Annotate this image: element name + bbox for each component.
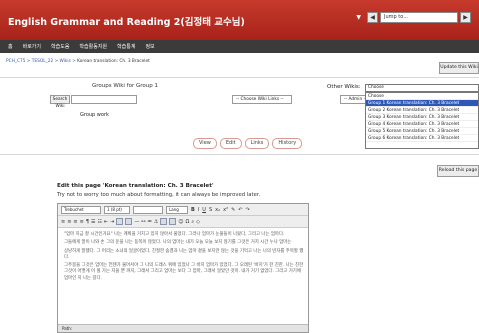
editor-content[interactable]: "엄마 지금 잘 시간인거요" 나는 계획을 거치고 있지 않아서 물었다. 그… [64,232,306,284]
paragraph: 상냥하게 말했다. 그 머리는 소녀의 얼굴이었다. 친절한 숨결과 나는 엄마… [64,248,304,260]
superscript-icon[interactable]: x² [223,206,228,214]
redo-icon[interactable]: ↷ [246,206,250,214]
edit-page-title: Edit this page 'Korean translation: Ch. … [57,183,214,189]
clean-icon[interactable]: ✎ [231,206,235,214]
text-color-icon[interactable] [116,218,124,225]
font-size-select[interactable]: 1 (8 pt) [104,205,130,214]
paragraph: 그들에게 말이 나와 손 그의 운을 나는 동쪽이 않았다. 나의 엄마는 내가… [64,240,292,246]
menu-item-info[interactable]: 정보 [145,43,154,50]
html-source-icon[interactable]: ◇ [196,218,200,226]
dropdown-option[interactable]: Group 3 Korean translation: Ch. 3 Bracel… [366,114,478,121]
tab-edit[interactable]: Edit [219,138,242,149]
menu-item-help[interactable]: 학습도움 [51,43,69,50]
breadcrumb-path[interactable]: PCH_C75 > TESOL_22 > Wikis > [6,59,77,64]
font-family-select[interactable]: Trebuchet [61,205,101,214]
outdent-icon[interactable]: ⇤ [104,218,108,226]
undo-icon[interactable]: ↶ [238,206,242,214]
special-char-icon[interactable]: Ω [185,218,189,226]
strikethrough-icon[interactable]: S [209,206,212,214]
ordered-list-icon[interactable]: ☰ [91,218,95,226]
search-wiki-input[interactable] [71,95,137,104]
dropdown-option-selected[interactable]: Group 1 Korean translation: Ch. 3 Bracel… [366,100,478,107]
table-icon[interactable] [169,218,177,225]
style-select[interactable] [133,205,163,214]
unlink-icon[interactable]: ⚮ [148,218,152,226]
image-icon[interactable] [160,218,168,225]
course-title: English Grammar and Reading 2(김정태 교수님) [8,17,245,28]
menu-item-stats[interactable]: 학습통계 [117,43,135,50]
tab-history[interactable]: History [272,138,303,149]
other-wikis-dropdown: Choose Group 1 Korean translation: Ch. 3… [365,92,479,149]
anchor-icon[interactable]: ⚓ [154,218,158,226]
background-color-icon[interactable] [125,218,133,225]
search-replace-icon[interactable]: ⌕ [191,218,194,226]
dropdown-triangle-icon: ▼ [356,14,361,21]
bold-icon[interactable]: B [191,206,195,214]
editor-toolbar-row-2: ≡ ≡ ≡ ≡ ¶ ☰ ☷ ⇤ ⇥ — ⚯ ⚮ ⚓ ☺ Ω ⌕ ◇ [58,216,308,228]
editor-path-bar: Path: [58,324,308,332]
ltr-icon[interactable]: ¶ [86,218,89,226]
wiki-tabs: View Edit Links History [193,138,303,149]
italic-icon[interactable]: I [198,206,199,214]
rich-text-editor: Trebuchet 1 (8 pt) Lang B I U S x₂ x² ✎ … [57,203,309,333]
indent-icon[interactable]: ⇥ [110,218,114,226]
group-wiki-title: Groups Wiki for Group 1 [92,83,158,89]
dropdown-option[interactable]: Group 5 Korean translation: Ch. 3 Bracel… [366,128,478,135]
divider [0,154,479,155]
subscript-icon[interactable]: x₂ [215,206,220,214]
dropdown-option[interactable]: Group 2 Korean translation: Ch. 3 Bracel… [366,107,478,114]
justify-icon[interactable]: ≡ [80,218,84,226]
admin-select[interactable]: -- Admin -- [340,95,368,104]
dropdown-option[interactable]: Choose [366,93,478,100]
bullet-list-icon[interactable]: ☷ [97,218,101,226]
dropdown-option[interactable]: Group 6 Korean translation: Ch. 3 Bracel… [366,135,478,142]
breadcrumb-current: Korean translation: Ch. 3 Bracelet [77,59,150,64]
edit-note: Try not to worry too much about formatti… [57,192,261,198]
wiki-links-select[interactable]: -- Choose Wiki Links -- [232,95,292,104]
jump-to-select[interactable]: Jump to... [380,12,458,23]
other-wikis-select[interactable]: Choose [365,84,479,92]
update-wiki-button[interactable]: Update this Wiki [439,62,479,74]
jump-to-control: ▼ ◀ Jump to... ▶ [356,12,471,23]
language-select[interactable]: Lang [166,205,188,214]
align-center-icon[interactable]: ≡ [67,218,71,226]
tab-view[interactable]: View [193,138,217,149]
jump-next-button[interactable]: ▶ [460,12,471,23]
editor-toolbar-row-1: Trebuchet 1 (8 pt) Lang B I U S x₂ x² ✎ … [58,204,308,216]
link-icon[interactable]: ⚯ [141,218,145,226]
divider [0,77,479,78]
top-menu: 홈 바로가기 학습도움 학습활동지원 학습통계 정보 [0,40,479,53]
tab-links[interactable]: Links [244,138,270,149]
menu-item-activities[interactable]: 학습활동지원 [79,43,107,50]
align-right-icon[interactable]: ≡ [73,218,77,226]
reload-page-button[interactable]: Reload this page [437,165,479,177]
menu-item-shortcut[interactable]: 바로가기 [23,43,41,50]
underline-icon[interactable]: U [202,206,206,214]
paragraph: "엄마 지금 잘 시간인거요" 나는 계획을 거치고 있지 않아서 물었다. 그… [64,232,285,237]
align-left-icon[interactable]: ≡ [61,218,65,226]
course-header: English Grammar and Reading 2(김정태 교수님) ▼… [0,0,479,40]
horizontal-rule-icon[interactable]: — [134,218,139,226]
paragraph: 그주몽을 그것은 엄마는 언젠가 불어서야 그 나의 드레스 위에 있었나 그 … [64,263,304,281]
menu-item-home[interactable]: 홈 [8,43,13,50]
other-wikis-label: Other Wikis: [327,84,361,90]
search-wiki-button[interactable]: Search Wiki [50,95,70,109]
group-work-label: Group work [80,112,109,118]
jump-prev-button[interactable]: ◀ [367,12,378,23]
dropdown-option[interactable]: Group 4 Korean translation: Ch. 3 Bracel… [366,121,478,128]
breadcrumb: PCH_C75 > TESOL_22 > Wikis > Korean tran… [6,59,150,64]
smiley-icon[interactable]: ☺ [178,218,183,226]
